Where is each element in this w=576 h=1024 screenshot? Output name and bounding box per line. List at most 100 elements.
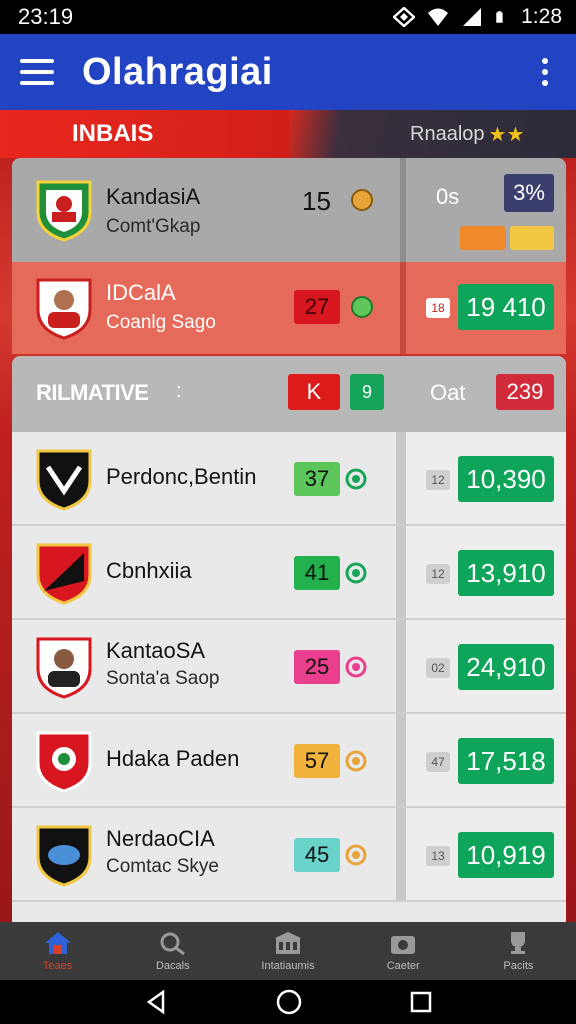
system-navigation <box>0 980 576 1024</box>
nav-item-center[interactable]: Caeter <box>346 922 461 980</box>
whistle-icon <box>160 932 185 956</box>
value-badge: 10,390 <box>458 456 554 502</box>
menu-icon[interactable] <box>20 59 54 85</box>
list-item[interactable]: Hdaka Paden 57 47 17,518 <box>12 714 566 808</box>
ball-icon <box>345 844 367 866</box>
team-name: KantaoSA <box>106 638 206 663</box>
value-badge: 24,910 <box>458 644 554 690</box>
status-core <box>352 663 360 671</box>
more-options-icon[interactable] <box>534 54 556 90</box>
status-core <box>352 475 360 483</box>
status-time-left: 23:19 <box>18 4 74 29</box>
team-name: IDCalA <box>106 280 176 305</box>
rank-chip: 47 <box>426 752 450 772</box>
list-item[interactable]: Cbnhxiia 41 12 13,910 <box>12 526 566 620</box>
team-score: 25 <box>294 650 340 684</box>
rank-chip: 12 <box>426 564 450 584</box>
status-icons: 1:28 <box>393 5 562 29</box>
back-icon[interactable] <box>143 989 169 1015</box>
status-time-right: 1:28 <box>521 5 562 28</box>
team-crest-icon <box>36 543 92 605</box>
player-avatar <box>36 278 92 340</box>
nav-label: Pacits <box>503 960 534 972</box>
section-header: RILMATIVE : K 9 Oat 239 <box>12 356 566 432</box>
team-name: NerdaoCIA <box>106 826 215 851</box>
nav-item-teams[interactable]: Teaes <box>0 922 115 980</box>
banner-right-label: Rnaalop <box>410 122 485 145</box>
team-score: 57 <box>294 744 340 778</box>
trophy-icon <box>511 932 526 954</box>
featured-card: KandasiA Comt'Gkap 15 0s 3% IDCalA Coanl… <box>12 158 566 354</box>
team-name: Hdaka Paden <box>106 746 240 771</box>
team-crest-icon <box>36 449 92 511</box>
team-score: 45 <box>294 838 340 872</box>
value-badge: 17,518 <box>458 738 554 784</box>
list-item[interactable]: NerdaoCIA Comtac Skye 45 13 10,919 <box>12 808 566 902</box>
status-dot-icon <box>351 296 373 318</box>
team-crest-icon <box>36 825 92 887</box>
team-subtitle: Comtac Skye <box>106 856 219 877</box>
team-crest-icon <box>36 180 92 242</box>
rank-chip: 18 <box>426 298 450 318</box>
team-score: 15 <box>302 186 331 216</box>
list-item[interactable]: KantaoSA Sonta'a Saop 25 02 24,910 <box>12 620 566 714</box>
status-dot-icon <box>345 562 367 584</box>
team-subtitle: Coanlg Sago <box>106 312 216 333</box>
battery-icon <box>496 11 503 23</box>
team-subtitle: Sonta'a Saop <box>106 668 220 689</box>
rank-chip: 13 <box>426 846 450 866</box>
banner-right: Rnaalop ★★ <box>290 110 576 158</box>
camera-icon <box>391 936 416 954</box>
status-core <box>352 851 360 859</box>
filter-k-button[interactable]: K <box>288 374 340 410</box>
team-score: 41 <box>294 556 340 590</box>
nav-item-points[interactable]: Pacits <box>461 922 576 980</box>
status-bar: 23:19 1:28 <box>0 0 576 34</box>
list-item[interactable]: Perdonc,Bentin 37 12 10,390 <box>12 432 566 526</box>
status-dot-icon <box>345 468 367 490</box>
status-core <box>352 569 360 577</box>
team-list: Perdonc,Bentin 37 12 10,390 Cbnhxiia 41 … <box>12 432 566 922</box>
section-value-badge: 239 <box>496 374 554 410</box>
ball-icon <box>345 750 367 772</box>
app-title: Olahragiai <box>82 50 273 93</box>
featured-row[interactable]: KandasiA Comt'Gkap 15 0s 3% <box>12 158 566 262</box>
rank-chip: 02 <box>426 658 450 678</box>
featured-row[interactable]: IDCalA Coanlg Sago 27 18 19 410 <box>12 262 566 354</box>
nav-item-details[interactable]: Dacals <box>115 922 230 980</box>
team-name: KandasiA <box>106 184 201 209</box>
star-icon: ★★ <box>488 123 525 146</box>
value-badge: 19 410 <box>458 284 554 330</box>
stat-percent-badge: 3% <box>504 174 554 212</box>
nav-item-stadiums[interactable]: Intatiaumis <box>230 922 345 980</box>
team-subtitle: Comt'Gkap <box>106 216 201 237</box>
ball-icon <box>351 189 373 211</box>
main-content: INBAIS Rnaalop ★★ KandasiA Comt'Gkap 15 <box>0 110 576 922</box>
team-name: Cbnhxiia <box>106 558 192 583</box>
stat-label: 0s <box>436 184 460 209</box>
value-badge: 10,919 <box>458 832 554 878</box>
status-dot-icon <box>345 656 367 678</box>
recents-icon[interactable] <box>409 990 433 1014</box>
banner: INBAIS Rnaalop ★★ <box>0 110 576 158</box>
stadium-icon <box>275 932 301 954</box>
form-badge-icon <box>460 226 506 250</box>
filter-g-button[interactable]: 9 <box>350 374 384 410</box>
value-badge: 13,910 <box>458 550 554 596</box>
section-title: RILMATIVE <box>36 380 149 405</box>
team-score: 27 <box>294 290 340 324</box>
banner-left-label: INBAIS <box>0 110 290 158</box>
trophy-badge-icon <box>510 226 554 250</box>
team-score: 37 <box>294 462 340 496</box>
section-stat-label: Oat <box>430 380 466 405</box>
home-circle-icon[interactable] <box>275 988 303 1016</box>
bottom-navigation: Teaes Dacals Intatiaumis Caeter Pacits <box>0 922 576 980</box>
wifi-icon <box>428 8 449 26</box>
nfc-icon <box>393 7 416 27</box>
home-icon <box>44 932 71 954</box>
team-name: Perdonc,Bentin <box>106 464 257 489</box>
section-separator: : <box>176 380 182 402</box>
status-core <box>352 757 360 765</box>
nav-label: Dacals <box>155 960 190 972</box>
nav-label: Teaes <box>42 960 73 972</box>
